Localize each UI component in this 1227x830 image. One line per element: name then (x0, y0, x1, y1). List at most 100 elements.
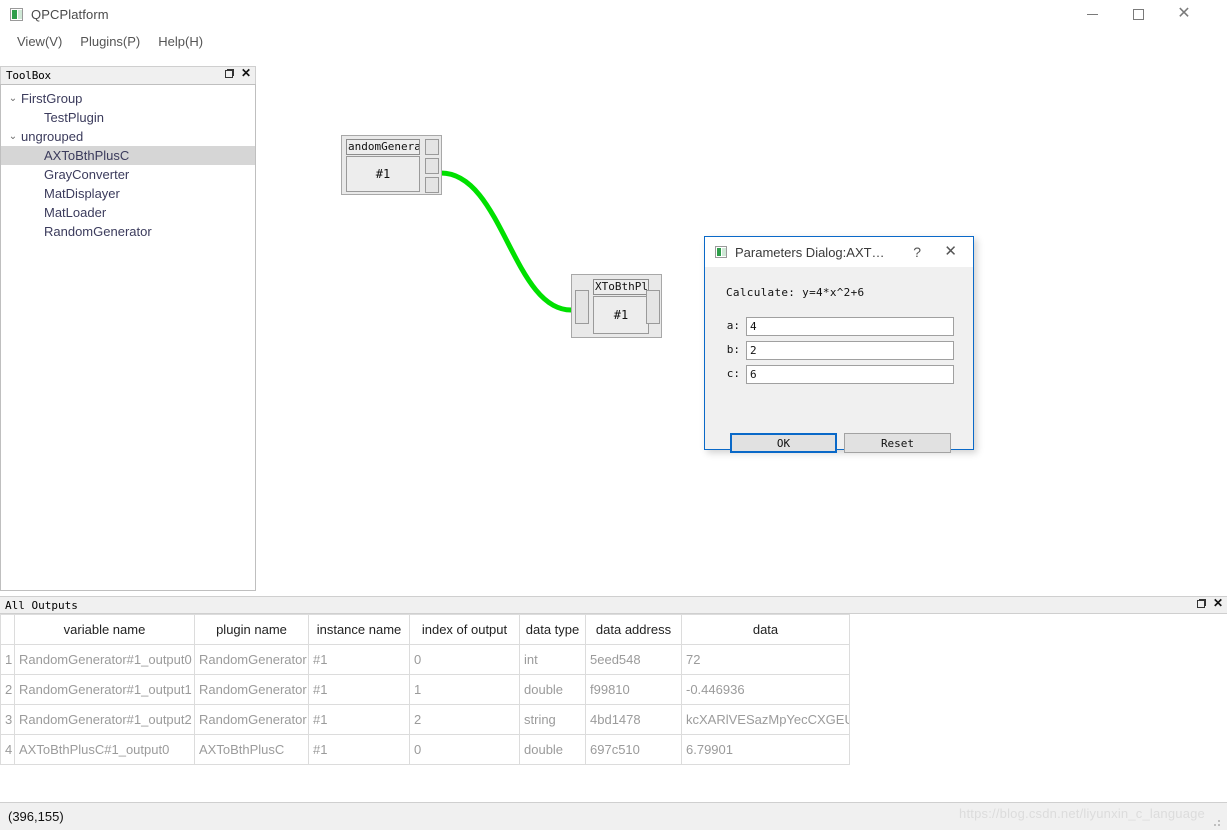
menu-item-plugins[interactable]: Plugins(P) (72, 31, 148, 52)
cell-data-type: double (519, 674, 586, 705)
node-random-generator[interactable]: andomGenerato #1 (341, 135, 442, 195)
outputs-close-icon[interactable]: ✕ (1213, 597, 1223, 609)
cell-instance-name: #1 (308, 704, 410, 735)
watermark-text: https://blog.csdn.net/liyunxin_c_languag… (959, 806, 1205, 821)
field-row-c: c: (726, 365, 954, 384)
cell-index: 1 (409, 674, 520, 705)
all-outputs-header: All Outputs ✕ (0, 596, 1227, 614)
all-outputs-table-container[interactable]: variable name plugin name instance name … (0, 614, 1227, 802)
cell-index: 0 (409, 644, 520, 675)
cell-instance-name: #1 (308, 644, 410, 675)
cell-data-address: 4bd1478 (585, 704, 682, 735)
toolbox-title: ToolBox (6, 69, 51, 82)
dialog-close-icon[interactable]: ✕ (944, 242, 957, 260)
parameters-dialog[interactable]: Parameters Dialog:AXT… ? ✕ Calculate: y=… (704, 236, 974, 453)
reset-button[interactable]: Reset (844, 433, 951, 453)
node-title: andomGenerato (346, 139, 420, 155)
cell-data-type: int (519, 644, 586, 675)
row-number: 1 (0, 644, 15, 675)
resize-grip[interactable] (1213, 817, 1223, 827)
node-instance-label: #1 (593, 296, 649, 334)
help-button[interactable]: ? (913, 244, 921, 260)
tree-label: MatDisplayer (44, 186, 120, 201)
table-row[interactable]: 1 RandomGenerator#1_output0 RandomGenera… (0, 644, 850, 675)
tree-item-matdisplayer[interactable]: MatDisplayer (1, 184, 255, 203)
field-row-a: a: (726, 317, 954, 336)
connection-edge[interactable] (438, 170, 576, 313)
field-input-a[interactable] (746, 317, 954, 336)
chevron-down-icon[interactable]: ⌄ (5, 93, 21, 104)
dialog-body: Calculate: y=4*x^2+6 a: b: c: OK Reset (706, 267, 972, 453)
tree-label: MatLoader (44, 205, 107, 220)
maximize-button[interactable] (1115, 0, 1161, 28)
node-title: XToBthPlus (593, 279, 649, 295)
tree-label: AXToBthPlusC (44, 148, 130, 163)
tree-item-testplugin[interactable]: TestPlugin (1, 108, 255, 127)
column-header-data-address[interactable]: data address (585, 614, 682, 645)
table-row[interactable]: 4 AXToBthPlusC#1_output0 AXToBthPlusC #1… (0, 734, 850, 765)
cell-index: 2 (409, 704, 520, 735)
row-number-header (0, 614, 15, 645)
window-titlebar: QPCPlatform ✕ (0, 0, 1227, 28)
table-row[interactable]: 2 RandomGenerator#1_output1 RandomGenera… (0, 674, 850, 705)
minimize-icon (1086, 13, 1098, 15)
minimize-button[interactable] (1069, 0, 1115, 28)
output-port-0[interactable] (425, 139, 439, 155)
column-header-instance-name[interactable]: instance name (308, 614, 410, 645)
tree-item-matloader[interactable]: MatLoader (1, 203, 255, 222)
column-header-plugin-name[interactable]: plugin name (194, 614, 309, 645)
menubar: View(V) Plugins(P) Help(H) (0, 28, 1227, 54)
tree-item-randomgenerator[interactable]: RandomGenerator (1, 222, 255, 241)
dialog-title: Parameters Dialog:AXT… (735, 244, 885, 260)
tree-label: RandomGenerator (44, 224, 152, 239)
menu-item-view[interactable]: View(V) (9, 31, 70, 52)
tree-item-grayconverter[interactable]: GrayConverter (1, 165, 255, 184)
table-row[interactable]: 3 RandomGenerator#1_output2 RandomGenera… (0, 704, 850, 735)
cell-plugin-name: RandomGenerator (194, 644, 309, 675)
column-header-index-of-output[interactable]: index of output (409, 614, 520, 645)
tree-group-ungrouped[interactable]: ⌄ ungrouped (1, 127, 255, 146)
cell-plugin-name: RandomGenerator (194, 674, 309, 705)
node-axtobthplusc[interactable]: XToBthPlus #1 (571, 274, 662, 338)
cell-data: 72 (681, 644, 850, 675)
close-icon: ✕ (1177, 5, 1191, 22)
window-title: QPCPlatform (31, 6, 109, 22)
field-label-b: b: (726, 343, 740, 356)
row-number: 2 (0, 674, 15, 705)
input-port-0[interactable] (575, 290, 589, 324)
cell-data-type: double (519, 734, 586, 765)
float-icon[interactable] (224, 68, 234, 78)
output-port-0[interactable] (646, 290, 660, 324)
toolbox-close-icon[interactable]: ✕ (241, 67, 251, 79)
field-input-b[interactable] (746, 341, 954, 360)
all-outputs-panel: All Outputs ✕ variable name plugin name … (0, 596, 1227, 802)
cell-data-address: 5eed548 (585, 644, 682, 675)
field-label-a: a: (726, 319, 740, 332)
close-button[interactable]: ✕ (1161, 0, 1207, 28)
cell-plugin-name: RandomGenerator (194, 704, 309, 735)
output-port-1[interactable] (425, 158, 439, 174)
tree-item-axtobthplusc[interactable]: AXToBthPlusC (1, 146, 255, 165)
field-row-b: b: (726, 341, 954, 360)
cell-variable-name: RandomGenerator#1_output2 (14, 704, 195, 735)
column-header-data[interactable]: data (681, 614, 850, 645)
cell-variable-name: AXToBthPlusC#1_output0 (14, 734, 195, 765)
dialog-icon (715, 246, 727, 258)
float-icon[interactable] (1196, 598, 1206, 608)
field-label-c: c: (726, 367, 740, 380)
column-header-variable-name[interactable]: variable name (14, 614, 195, 645)
cell-data: -0.446936 (681, 674, 850, 705)
ok-button[interactable]: OK (730, 433, 837, 453)
cell-variable-name: RandomGenerator#1_output0 (14, 644, 195, 675)
tree-label: GrayConverter (44, 167, 130, 182)
cell-data-address: 697c510 (585, 734, 682, 765)
app-icon (10, 7, 23, 21)
field-input-c[interactable] (746, 365, 954, 384)
output-port-2[interactable] (425, 177, 439, 193)
cell-index: 0 (409, 734, 520, 765)
chevron-down-icon[interactable]: ⌄ (5, 131, 21, 142)
menu-item-help[interactable]: Help(H) (150, 31, 211, 52)
column-header-data-type[interactable]: data type (519, 614, 586, 645)
cell-instance-name: #1 (308, 734, 410, 765)
tree-group-firstgroup[interactable]: ⌄ FirstGroup (1, 89, 255, 108)
